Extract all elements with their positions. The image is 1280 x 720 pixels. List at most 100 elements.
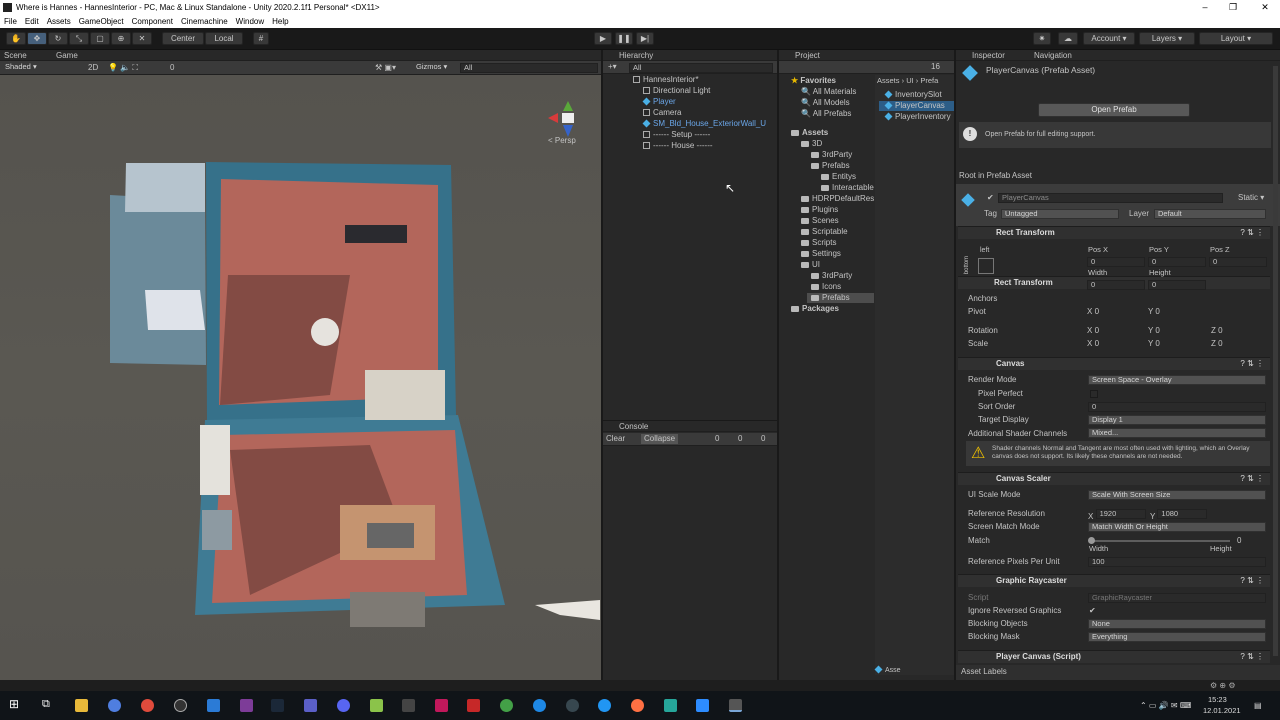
height-input[interactable]: 0 — [1148, 280, 1206, 290]
clock-time[interactable]: 15:23 — [1208, 695, 1227, 705]
posz-input[interactable]: 0 — [1209, 257, 1267, 267]
blocking-mask-dropdown[interactable]: Everything — [1088, 632, 1266, 642]
play-button[interactable]: ▶ — [594, 32, 612, 45]
custom-tool-icon[interactable]: ✕ — [132, 32, 152, 45]
unity-icon[interactable] — [402, 699, 415, 712]
ignore-reversed-checkbox[interactable]: ✔ — [1089, 606, 1096, 616]
folder-item[interactable]: HDRPDefaultRes — [801, 194, 874, 204]
hierarchy-item[interactable]: Camera — [643, 108, 681, 118]
chrome-icon[interactable] — [141, 699, 154, 712]
menu-help[interactable]: Help — [268, 15, 292, 28]
tab-project[interactable]: Project — [795, 50, 820, 61]
target-display-dropdown[interactable]: Display 1 — [1088, 415, 1266, 425]
tab-game[interactable]: Game — [56, 50, 78, 61]
shader-channels-dropdown[interactable]: Mixed... — [1088, 428, 1266, 438]
render-mode-dropdown[interactable]: Screen Space - Overlay — [1088, 375, 1266, 385]
posy-input[interactable]: 0 — [1148, 257, 1206, 267]
gameobject-name-input[interactable]: PlayerCanvas — [998, 193, 1223, 203]
static-toggle[interactable]: Static ▾ — [1238, 193, 1264, 203]
inspector-scrollbar[interactable] — [1273, 66, 1278, 656]
folder-item[interactable]: UI — [801, 260, 820, 270]
hierarchy-item[interactable]: SM_Bld_House_ExteriorWall_U — [642, 119, 766, 129]
steam-icon[interactable] — [271, 699, 284, 712]
app-icon[interactable] — [664, 699, 677, 712]
pause-button[interactable]: ❚❚ — [615, 32, 633, 45]
cloud-icon[interactable]: ☁ — [1058, 32, 1078, 45]
tab-console[interactable]: Console — [619, 421, 648, 432]
scale-y-field[interactable]: Y 0 — [1148, 339, 1160, 349]
maximize-button[interactable]: ❐ — [1218, 0, 1248, 15]
folder-item[interactable]: Interactable — [821, 183, 874, 193]
breadcrumb-item[interactable]: Prefa — [920, 76, 938, 85]
graphic-raycaster-header[interactable]: Graphic Raycaster ? ⇅ ⋮ — [958, 574, 1270, 587]
hand-tool-icon[interactable]: ✋ — [6, 32, 26, 45]
rotation-x-field[interactable]: X 0 — [1087, 326, 1099, 336]
folder-item[interactable]: 3rdParty — [811, 271, 852, 281]
tab-scene[interactable]: Scene — [4, 50, 27, 61]
folder-item[interactable]: Settings — [801, 249, 841, 259]
add-icon[interactable]: +▾ — [608, 62, 617, 72]
scene-gizmo[interactable] — [540, 95, 590, 155]
active-checkbox[interactable]: ✔ — [987, 193, 994, 203]
tab-hierarchy[interactable]: Hierarchy — [619, 50, 653, 61]
tray-icons[interactable]: ⌃ ▭ 🔊 ✉ ⌨ — [1140, 701, 1191, 711]
notification-icon[interactable]: ▤ — [1254, 701, 1262, 711]
pixel-perfect-checkbox[interactable] — [1090, 390, 1098, 398]
vscode-icon[interactable] — [207, 699, 220, 712]
app-icon[interactable] — [500, 699, 513, 712]
hierarchy-item[interactable]: HannesInterior* — [633, 75, 699, 85]
canvas-scaler-header[interactable]: Canvas Scaler ? ⇅ ⋮ — [958, 472, 1270, 485]
pixels-per-unit-input[interactable]: 100 — [1088, 557, 1266, 567]
clock-date[interactable]: 12.01.2021 — [1203, 706, 1241, 716]
app-icon[interactable] — [631, 699, 644, 712]
folder-item[interactable]: Icons — [811, 282, 841, 292]
tag-dropdown[interactable]: Untagged — [1001, 209, 1119, 219]
toggle-2d[interactable]: 2D — [88, 63, 98, 73]
folder-item[interactable]: 3rdParty — [811, 150, 852, 160]
app-icon[interactable] — [598, 699, 611, 712]
hierarchy-item[interactable]: ------ Setup ------ — [643, 130, 710, 140]
rotation-y-field[interactable]: Y 0 — [1148, 326, 1160, 336]
unity-editor-icon[interactable] — [729, 699, 742, 712]
file-explorer-icon[interactable] — [75, 699, 88, 712]
folder-item-selected[interactable]: Prefabs — [807, 293, 874, 303]
file-item[interactable]: PlayerInventory — [884, 112, 951, 122]
open-prefab-button[interactable]: Open Prefab — [1038, 103, 1190, 117]
favorite-item[interactable]: 🔍 All Models — [801, 98, 850, 108]
rotate-tool-icon[interactable]: ↻ — [48, 32, 68, 45]
obs-icon[interactable] — [566, 699, 579, 712]
unity-hub-icon[interactable] — [174, 699, 187, 712]
scene-viewport[interactable] — [0, 75, 601, 680]
maps-icon[interactable] — [533, 699, 546, 712]
ui-scale-mode-dropdown[interactable]: Scale With Screen Size — [1088, 490, 1266, 500]
hierarchy-item[interactable]: ------ House ------ — [643, 141, 713, 151]
favorites-header[interactable]: ★ Favorites — [791, 76, 836, 86]
blocking-objects-dropdown[interactable]: None — [1088, 619, 1266, 629]
file-item[interactable]: InventorySlot — [884, 90, 942, 100]
anchors-foldout[interactable]: Anchors — [968, 294, 997, 304]
shading-mode-dropdown[interactable]: Shaded ▾ — [2, 63, 78, 73]
component-menu-icon[interactable]: ? ⇅ ⋮ — [1240, 358, 1264, 370]
hierarchy-item[interactable]: Player — [642, 97, 676, 107]
folder-item[interactable]: Scenes — [801, 216, 839, 226]
console-error-count[interactable]: 0 — [761, 434, 765, 444]
teams-icon[interactable] — [304, 699, 317, 712]
menu-cinemachine[interactable]: Cinemachine — [177, 15, 232, 28]
menu-window[interactable]: Window — [232, 15, 268, 28]
tab-navigation[interactable]: Navigation — [1034, 50, 1072, 61]
favorite-item[interactable]: 🔍 All Materials — [801, 87, 856, 97]
anchor-preset-icon[interactable] — [978, 258, 994, 274]
menu-gameobject[interactable]: GameObject — [75, 15, 128, 28]
component-menu-icon[interactable]: ? ⇅ ⋮ — [1240, 227, 1264, 239]
scene-search-input[interactable]: All — [460, 63, 598, 73]
tab-inspector[interactable]: Inspector — [972, 50, 1005, 61]
match-slider-handle[interactable] — [1088, 537, 1095, 544]
breadcrumb-item[interactable]: UI — [906, 76, 914, 85]
file-item-selected[interactable]: PlayerCanvas — [879, 101, 954, 111]
close-button[interactable]: ✕ — [1250, 0, 1280, 15]
scale-x-field[interactable]: X 0 — [1087, 339, 1099, 349]
folder-item[interactable]: Entitys — [821, 172, 856, 182]
rotation-z-field[interactable]: Z 0 — [1211, 326, 1223, 336]
menu-component[interactable]: Component — [128, 15, 177, 28]
posx-input[interactable]: 0 — [1087, 257, 1145, 267]
